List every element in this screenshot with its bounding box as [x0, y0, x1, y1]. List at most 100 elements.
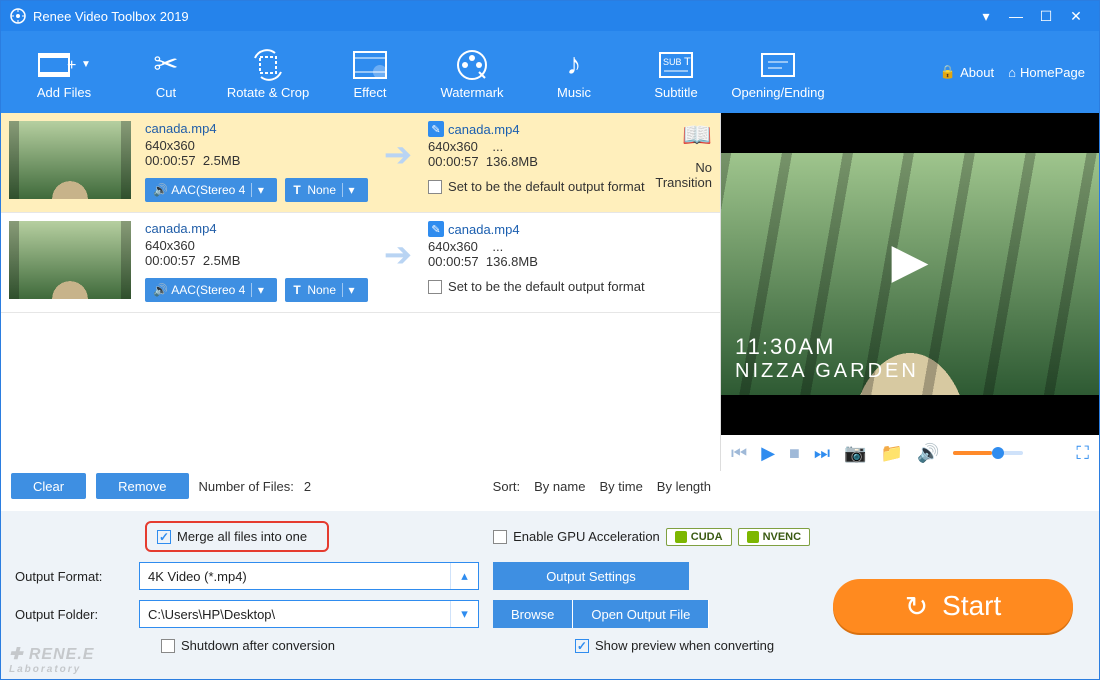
checkbox-checked-icon[interactable]: ✓: [157, 530, 171, 544]
default-format-option[interactable]: Set to be the default output format: [428, 179, 645, 194]
chevron-down-icon[interactable]: ▾: [342, 283, 360, 297]
next-icon[interactable]: ⏭: [814, 443, 830, 464]
subtitle-selector[interactable]: T None▾: [285, 178, 368, 202]
tool-add-files[interactable]: + ▼ Add Files: [13, 31, 115, 113]
default-format-option[interactable]: Set to be the default output format: [428, 279, 645, 294]
file-list: canada.mp4 640x360 00:00:57 2.5MB 🔊 AAC(…: [1, 113, 721, 471]
maximize-button[interactable]: ☐: [1031, 8, 1061, 25]
transition-label[interactable]: No Transition: [655, 160, 712, 190]
sort-by-name[interactable]: By name: [534, 479, 585, 494]
sort-by-length[interactable]: By length: [657, 479, 711, 494]
tool-opening-ending[interactable]: Opening/Ending: [727, 31, 829, 113]
refresh-icon: ↻: [905, 590, 928, 623]
output-folder-combo[interactable]: C:\Users\HP\Desktop\ ▾: [139, 600, 479, 628]
opening-ending-icon: [760, 45, 796, 85]
chevron-up-icon[interactable]: ▴: [450, 563, 478, 589]
main-toolbar: + ▼ Add Files ✂ Cut Rotate & Crop Effect…: [1, 31, 1099, 113]
prev-icon[interactable]: ⏮: [731, 443, 747, 464]
open-output-button[interactable]: Open Output File: [573, 600, 709, 628]
output-duration-size: 00:00:57 136.8MB: [428, 254, 608, 269]
tool-label: Add Files: [37, 85, 91, 100]
preview-controls: ⏮ ▶ ■ ⏭ 📷 📁 🔊 ⛶: [721, 435, 1099, 471]
tool-cut[interactable]: ✂ Cut: [115, 31, 217, 113]
tool-label: Subtitle: [654, 85, 697, 100]
minimize-button[interactable]: —: [1001, 8, 1031, 24]
file-duration-size: 00:00:57 2.5MB: [145, 153, 310, 168]
about-link[interactable]: 🔒About: [940, 64, 994, 80]
gpu-checkbox[interactable]: [493, 530, 507, 544]
menu-dropdown-icon[interactable]: ▾: [971, 8, 1001, 25]
checkbox-icon[interactable]: [428, 180, 442, 194]
tool-rotate-crop[interactable]: Rotate & Crop: [217, 31, 319, 113]
video-preview[interactable]: ▶ 11:30AM NIZZA GARDEN: [721, 113, 1099, 435]
remove-button[interactable]: Remove: [96, 473, 188, 499]
output-format-combo[interactable]: 4K Video (*.mp4) ▴: [139, 562, 479, 590]
scissors-icon: ✂: [153, 45, 178, 85]
bottom-panel: ✓ Merge all files into one Enable GPU Ac…: [1, 511, 1099, 679]
transition-icon[interactable]: 📖: [645, 121, 712, 150]
checkbox-icon[interactable]: [161, 639, 175, 653]
tool-label: Effect: [353, 85, 386, 100]
close-button[interactable]: ✕: [1061, 8, 1091, 25]
output-name: canada.mp4: [448, 122, 520, 137]
file-row[interactable]: canada.mp4 640x360 00:00:57 2.5MB 🔊 AAC(…: [1, 113, 720, 213]
sort-label: Sort:: [493, 479, 520, 494]
open-folder-icon[interactable]: 📁: [881, 443, 903, 464]
subtitle-selector[interactable]: T None▾: [285, 278, 368, 302]
audio-track-selector[interactable]: 🔊 AAC(Stereo 4▾: [145, 278, 277, 302]
arrow-icon: ➔: [368, 135, 428, 175]
filmstrip-add-icon: + ▼: [37, 45, 91, 85]
tool-watermark[interactable]: Watermark: [421, 31, 523, 113]
file-count-label: Number of Files:: [199, 479, 294, 494]
speaker-icon: 🔊: [153, 183, 168, 197]
show-preview-option[interactable]: ✓ Show preview when converting: [575, 638, 774, 653]
video-thumbnail[interactable]: [9, 121, 131, 199]
tool-label: Watermark: [440, 85, 503, 100]
output-settings-button[interactable]: Output Settings: [493, 562, 689, 590]
output-name: canada.mp4: [448, 222, 520, 237]
tool-music[interactable]: ♪ Music: [523, 31, 625, 113]
volume-slider[interactable]: [953, 451, 1023, 455]
home-icon: ⌂: [1008, 65, 1016, 80]
preview-pane: ▶ 11:30AM NIZZA GARDEN ⏮ ▶ ■ ⏭ 📷 📁 🔊 ⛶: [721, 113, 1099, 471]
output-folder-label: Output Folder:: [15, 607, 125, 622]
chevron-down-icon[interactable]: ▾: [450, 601, 478, 627]
chevron-down-icon[interactable]: ▾: [251, 283, 269, 297]
brand-watermark: ✚ RENE.ELaboratory: [9, 644, 94, 675]
watermark-icon: [455, 45, 489, 85]
checkbox-checked-icon[interactable]: ✓: [575, 639, 589, 653]
browse-button[interactable]: Browse: [493, 600, 573, 628]
file-row[interactable]: canada.mp4 640x360 00:00:57 2.5MB 🔊 AAC(…: [1, 213, 720, 313]
play-icon[interactable]: ▶: [761, 443, 775, 464]
stop-icon[interactable]: ■: [789, 443, 800, 464]
clear-button[interactable]: Clear: [11, 473, 86, 499]
sort-by-time[interactable]: By time: [599, 479, 642, 494]
chevron-down-icon[interactable]: ▾: [251, 183, 269, 197]
fullscreen-icon[interactable]: ⛶: [1076, 443, 1089, 464]
volume-icon[interactable]: 🔊: [917, 443, 939, 464]
video-thumbnail[interactable]: [9, 221, 131, 299]
file-resolution: 640x360: [145, 138, 310, 153]
app-logo-icon: [9, 7, 27, 25]
merge-files-option[interactable]: ✓ Merge all files into one: [145, 521, 329, 552]
chevron-down-icon[interactable]: ▾: [342, 183, 360, 197]
lock-icon: 🔒: [940, 64, 956, 80]
tool-effect[interactable]: Effect: [319, 31, 421, 113]
start-button[interactable]: ↻ Start: [833, 579, 1073, 633]
source-info: canada.mp4 640x360 00:00:57 2.5MB: [145, 221, 310, 268]
nvidia-dot-icon: [675, 531, 687, 543]
svg-text:+: +: [67, 57, 76, 74]
homepage-link[interactable]: ⌂HomePage: [1008, 64, 1085, 80]
edit-icon[interactable]: ✎: [428, 121, 444, 137]
tool-label: Opening/Ending: [731, 85, 824, 100]
snapshot-icon[interactable]: 📷: [844, 443, 866, 464]
play-overlay-icon[interactable]: ▶: [892, 233, 929, 289]
file-count-value: 2: [304, 479, 311, 494]
tool-label: Cut: [156, 85, 176, 100]
shutdown-option[interactable]: Shutdown after conversion: [161, 638, 335, 653]
checkbox-icon[interactable]: [428, 280, 442, 294]
title-bar: Renee Video Toolbox 2019 ▾ — ☐ ✕: [1, 1, 1099, 31]
audio-track-selector[interactable]: 🔊 AAC(Stereo 4▾: [145, 178, 277, 202]
edit-icon[interactable]: ✎: [428, 221, 444, 237]
tool-subtitle[interactable]: SUBT Subtitle: [625, 31, 727, 113]
